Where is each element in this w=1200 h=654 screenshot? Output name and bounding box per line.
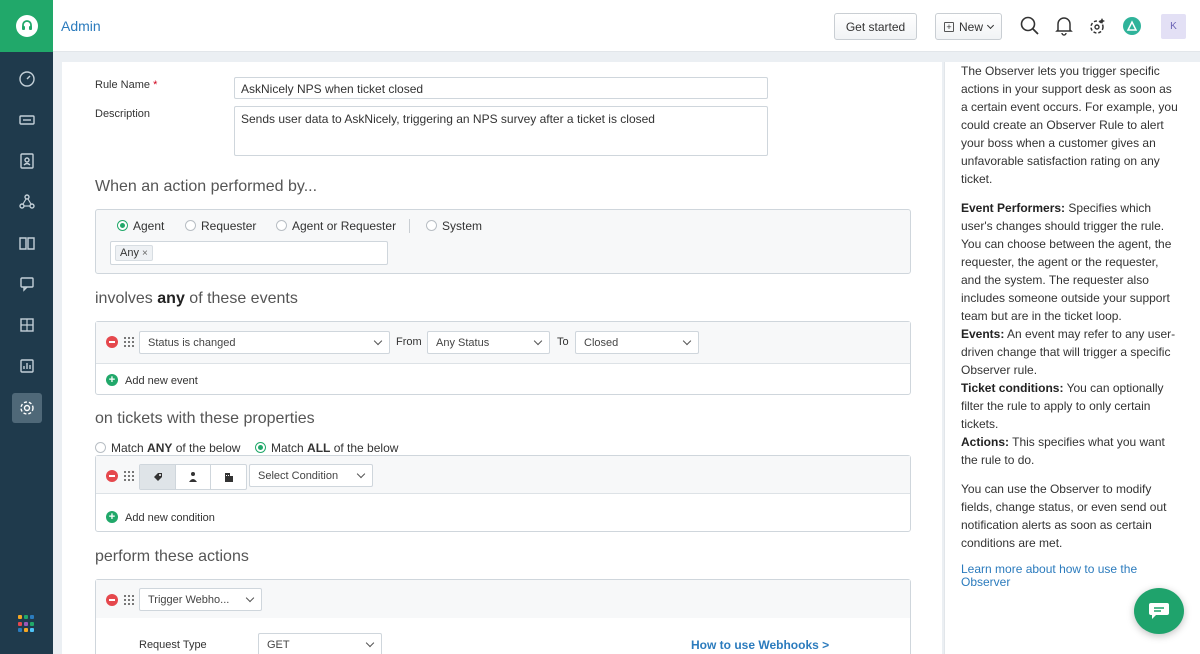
company-building-icon[interactable] [211,465,246,489]
headset-icon [15,15,38,37]
learn-more-link[interactable]: Learn more about how to use the Observer [961,562,1137,589]
tag-any: Any × [115,245,153,261]
divider [409,219,410,233]
marketplace-gear-icon[interactable] [1086,15,1108,37]
help-actions: Actions: This specifies what you want th… [961,435,1165,467]
help-outro: You can use the Observer to modify field… [961,482,1167,550]
page-title: Admin [61,18,101,34]
plus-square-icon: + [944,21,954,32]
radio-agent-or-requester-dot [276,220,287,231]
select-condition-dropdown[interactable]: Select Condition [249,464,373,487]
from-label: From [396,336,422,348]
rule-name-label: Rule Name * [95,79,158,91]
remove-condition-icon[interactable] [106,470,118,482]
drag-handle-icon[interactable] [124,337,134,347]
to-label: To [557,336,569,348]
radio-agent[interactable]: Agent [117,219,164,233]
drag-handle-icon[interactable] [124,595,134,605]
to-status-select[interactable]: Closed [575,331,699,354]
get-started-button[interactable]: Get started [834,13,917,40]
chevron-down-icon [373,336,383,346]
performer-heading: When an action performed by... [95,178,318,195]
chevron-down-icon [365,638,375,648]
rule-name-input[interactable]: AskNicely NPS when ticket closed [234,77,768,99]
actions-panel: Trigger Webho... Request Type GET How to… [95,579,911,654]
add-condition-icon[interactable]: + [106,511,118,523]
avatar[interactable]: K [1161,14,1186,39]
chat-launcher-button[interactable] [1134,588,1184,634]
help-panel: The Observer lets you trigger specific a… [944,62,1200,654]
radio-requester[interactable]: Requester [185,219,256,233]
request-type-select[interactable]: GET [258,633,382,654]
match-all-dot [255,442,266,453]
drag-handle-icon[interactable] [124,471,134,481]
help-intro: The Observer lets you trigger specific a… [961,64,1178,186]
match-any-dot [95,442,106,453]
performer-tag-input[interactable]: Any × [110,241,388,265]
remove-event-icon[interactable] [106,336,118,348]
bell-icon[interactable] [1053,15,1075,37]
conditions-panel: Select Condition + Add new condition [95,455,911,532]
chevron-down-icon [245,593,255,603]
ticket-tag-icon[interactable] [140,465,176,489]
tickets-icon[interactable] [0,103,53,137]
performer-panel: Agent Requester Agent or Requester Syste… [95,209,911,274]
add-new-condition-link[interactable]: Add new condition [125,512,215,524]
top-bar: Admin Get started + New K [53,0,1200,52]
event-field-select[interactable]: Status is changed [139,331,390,354]
webhooks-help-link[interactable]: How to use Webhooks > [691,638,829,652]
events-panel: Status is changed From Any Status To Clo… [95,321,911,395]
actions-heading: perform these actions [95,548,249,565]
chevron-down-icon [533,336,543,346]
condition-type-toggle [139,464,247,490]
conditions-heading: on tickets with these properties [95,410,315,427]
tag-remove-icon[interactable]: × [142,248,148,259]
chat-bubble-icon [1149,603,1169,619]
admin-gear-icon[interactable] [0,391,53,425]
help-events: Events: An event may refer to any user-d… [961,327,1176,377]
radio-agent-dot [117,220,128,231]
chevron-down-icon [356,469,366,479]
contacts-icon[interactable] [0,144,53,178]
apps-grid-icon[interactable] [18,615,36,633]
radio-requester-dot [185,220,196,231]
action-type-select[interactable]: Trigger Webho... [139,588,262,611]
description-label: Description [95,108,151,120]
observer-rule-form: Rule Name * AskNicely NPS when ticket cl… [62,62,942,654]
events-heading: involves any of these events [95,290,298,307]
product-switcher-icon[interactable] [1121,15,1143,37]
reports-icon[interactable] [0,349,53,383]
groups-icon[interactable] [0,185,53,219]
add-new-event-link[interactable]: Add new event [125,375,198,387]
requester-person-icon[interactable] [176,465,211,489]
forums-icon[interactable] [0,267,53,301]
left-nav-rail [0,0,53,654]
help-performers: Event Performers: Specifies which user's… [961,201,1172,323]
add-event-icon[interactable]: + [106,374,118,386]
radio-system-dot [426,220,437,231]
request-type-label: Request Type [139,639,207,651]
new-button-label: New [959,19,984,34]
solutions-book-icon[interactable] [0,226,53,260]
from-status-select[interactable]: Any Status [427,331,550,354]
required-mark: * [153,79,158,91]
freshdesk-logo[interactable] [0,0,53,52]
search-icon[interactable] [1019,15,1041,37]
chevron-down-icon [682,336,692,346]
radio-system[interactable]: System [426,219,482,233]
remove-action-icon[interactable] [106,594,118,606]
match-any-radio[interactable]: Match ANY of the below [95,441,240,455]
help-conditions: Ticket conditions: You can optionally fi… [961,381,1164,431]
chevron-down-icon [986,21,995,29]
description-textarea[interactable]: Sends user data to AskNicely, triggering… [234,106,768,156]
radio-agent-or-requester[interactable]: Agent or Requester [276,219,396,233]
dashboard-icon[interactable] [0,62,53,96]
match-all-radio[interactable]: Match ALL of the below [255,441,398,455]
social-icon[interactable] [0,308,53,342]
new-button[interactable]: + New [935,13,1002,40]
